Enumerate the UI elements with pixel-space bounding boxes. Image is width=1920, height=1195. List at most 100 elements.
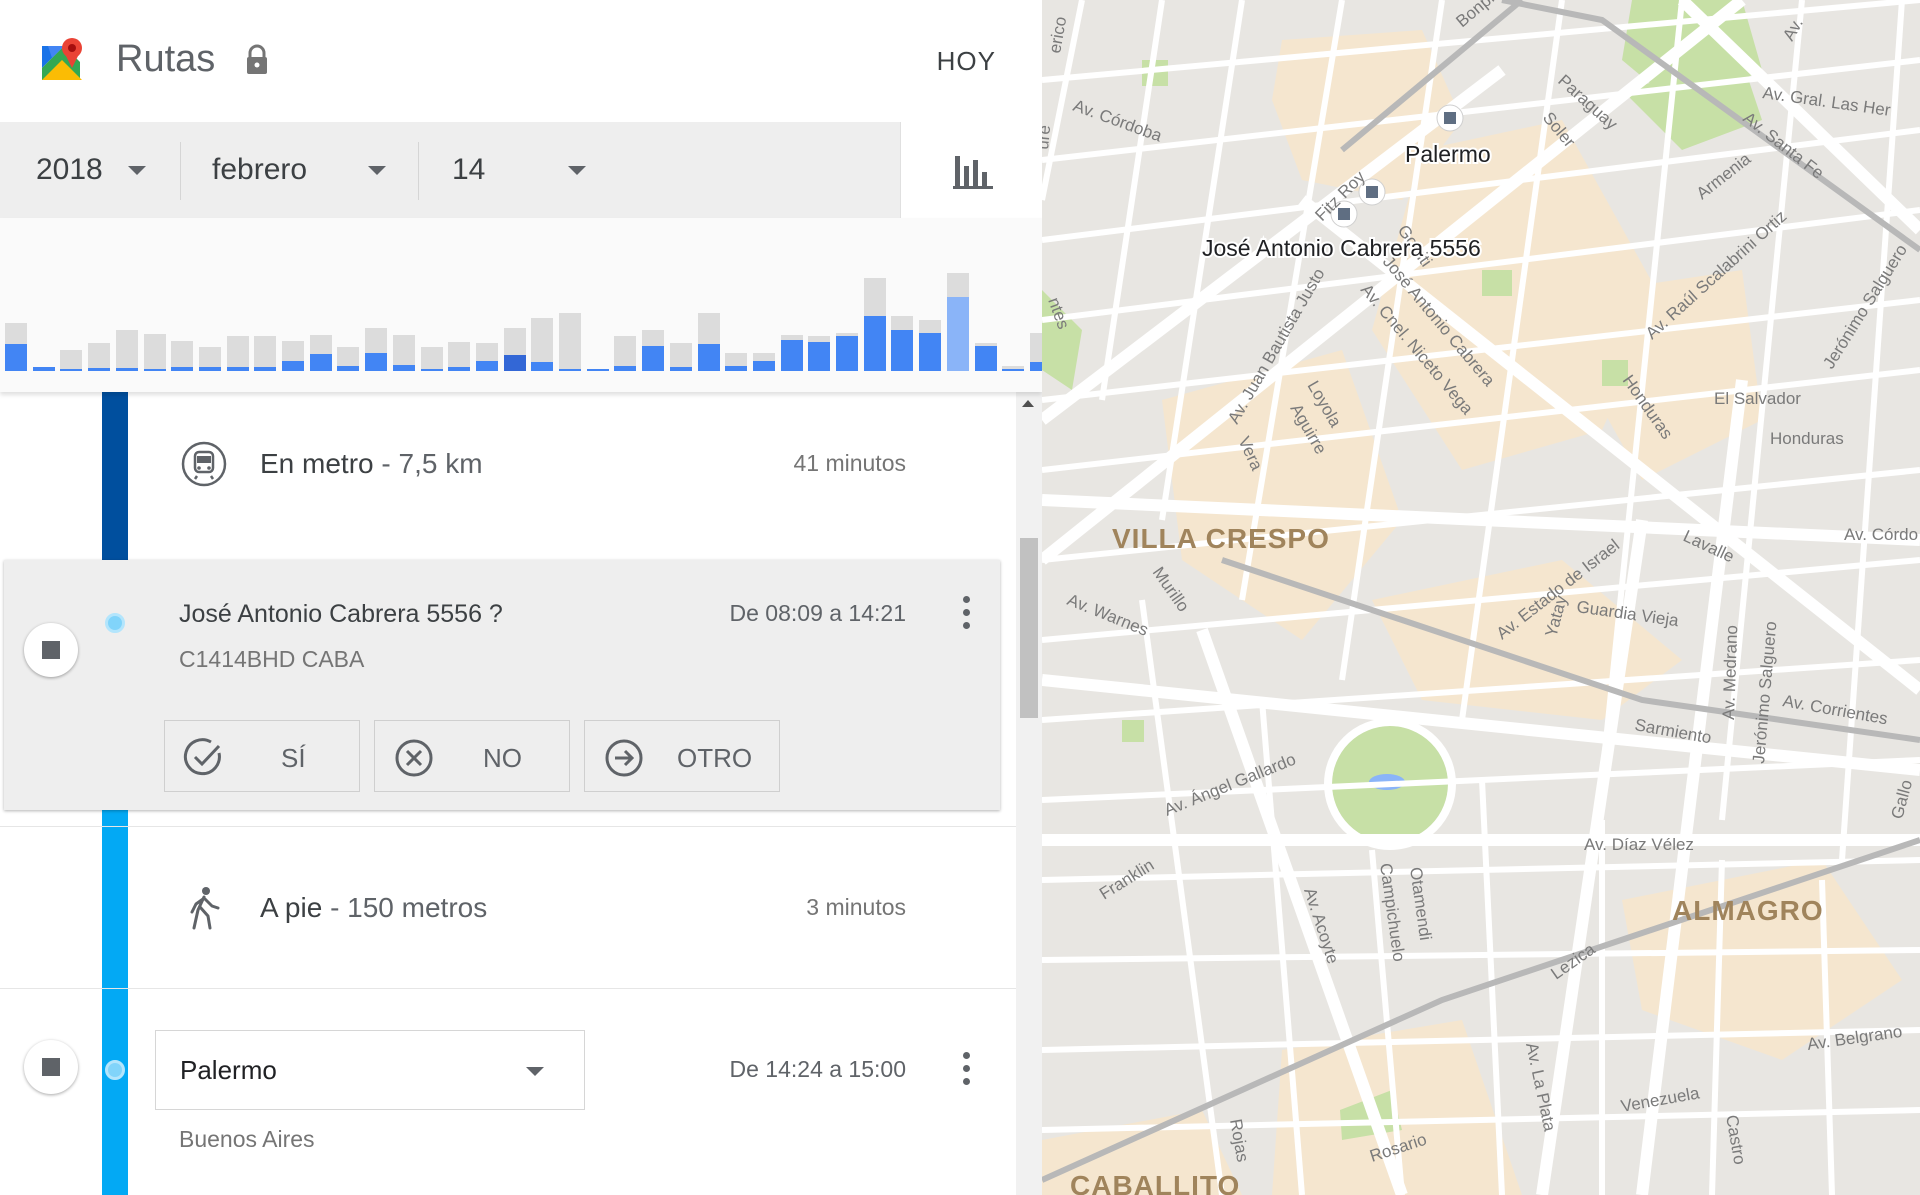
histogram-bar-active[interactable] — [780, 340, 803, 371]
histogram-bar-active[interactable] — [420, 369, 443, 371]
histogram-bar-active[interactable] — [946, 297, 969, 371]
confirm-no-button[interactable]: NO — [374, 720, 570, 792]
histogram-bar-active[interactable] — [919, 333, 942, 371]
histogram-bar-active[interactable] — [254, 367, 277, 371]
histogram-bar-active[interactable] — [32, 367, 55, 371]
histogram-bar-total[interactable] — [88, 343, 111, 371]
histogram-bar-active[interactable] — [614, 366, 637, 371]
histogram-bar-active[interactable] — [725, 366, 748, 371]
histogram-bar-active[interactable] — [448, 367, 471, 371]
segment-mode-label: En metro — [260, 448, 374, 479]
histogram-bar-active[interactable] — [226, 367, 249, 371]
histogram-bar-active[interactable] — [171, 367, 194, 371]
arrow-right-circle-icon — [605, 739, 643, 777]
map-label-av-medrano: Av. Medrano — [1719, 625, 1741, 720]
histogram-bar-total[interactable] — [254, 336, 277, 371]
histogram-bar-active[interactable] — [88, 368, 111, 371]
histogram-bar-active[interactable] — [1002, 369, 1025, 371]
place-title: José Antonio Cabrera 5556 ? — [179, 600, 503, 628]
divider — [0, 988, 1016, 989]
page-title: Rutas — [116, 38, 216, 80]
day-select[interactable]: 14 — [452, 122, 612, 218]
histogram-bar-total[interactable] — [420, 347, 443, 371]
histogram-bar-active[interactable] — [60, 369, 83, 371]
map-label-av-cordoba-2: Av. Córdo — [1844, 525, 1918, 544]
histogram-bar-active[interactable] — [365, 353, 388, 371]
map-label-palermo: Palermo — [1405, 141, 1491, 167]
visit-time: De 14:24 a 15:00 — [729, 1056, 906, 1082]
histogram-bar-active[interactable] — [669, 367, 692, 371]
confirm-other-label: OTRO — [677, 743, 753, 773]
confirm-other-button[interactable]: OTRO — [584, 720, 780, 792]
segment-walk-text: A pie - 150 metros — [260, 892, 487, 924]
more-options-icon[interactable] — [956, 1052, 976, 1092]
visit-card-confirm: José Antonio Cabrera 5556 ? C1414BHD CAB… — [4, 560, 1000, 810]
histogram-bar-total[interactable] — [559, 313, 581, 371]
histogram-bar-active[interactable] — [836, 336, 858, 371]
stats-button[interactable] — [900, 122, 1042, 218]
histogram-bar-active[interactable] — [974, 346, 997, 371]
timeline-node — [105, 613, 125, 633]
histogram-bar-active[interactable] — [752, 361, 775, 371]
histogram-bar-active[interactable] — [282, 361, 304, 371]
map-label-cabrera: José Antonio Cabrera 5556 — [1202, 235, 1481, 261]
histogram-bar-active[interactable] — [392, 365, 415, 371]
visit-time: De 08:09 a 14:21 — [729, 600, 906, 626]
scrollbar-thumb[interactable] — [1020, 538, 1038, 718]
histogram-bar-active[interactable] — [559, 369, 581, 371]
histogram-bar-active[interactable] — [475, 361, 498, 371]
histogram-bar-total[interactable] — [226, 336, 249, 371]
subway-icon — [181, 441, 227, 487]
timeline-list: En metro - 7,5 km 41 minutos José Antoni… — [0, 392, 1016, 1195]
confirm-yes-button[interactable]: SÍ — [164, 720, 360, 792]
histogram-bar-active[interactable] — [198, 367, 221, 371]
histogram-bar-active[interactable] — [642, 346, 665, 371]
divider — [418, 142, 419, 200]
histogram-bar-active[interactable] — [808, 342, 831, 371]
scroll-up-arrow-icon[interactable] — [1022, 400, 1034, 407]
histogram-bar-total[interactable] — [60, 350, 83, 371]
month-select[interactable]: febrero — [212, 122, 412, 218]
map-view[interactable]: Av. Córdoba Av. Córdo Av. Gral. Las Her … — [1042, 0, 1920, 1195]
chevron-down-icon — [128, 166, 146, 175]
histogram-bar-total[interactable] — [115, 330, 138, 371]
segment-transit-text: En metro - 7,5 km — [260, 448, 483, 480]
place-marker-icon — [24, 1040, 78, 1094]
histogram-bar-active[interactable] — [1029, 362, 1042, 371]
bar-chart-icon — [953, 156, 993, 189]
histogram-bar-active[interactable] — [143, 369, 166, 371]
timeline-node — [105, 1060, 125, 1080]
chevron-down-icon — [368, 166, 386, 175]
more-options-icon[interactable] — [956, 596, 976, 636]
histogram-bar-active[interactable] — [503, 355, 526, 371]
place-select-value: Palermo — [180, 1055, 277, 1085]
activity-histogram[interactable] — [0, 218, 1042, 392]
chevron-down-icon — [526, 1067, 544, 1076]
today-button[interactable]: HOY — [937, 46, 996, 77]
map-canvas[interactable]: Av. Córdoba Av. Córdo Av. Gral. Las Her … — [1042, 0, 1920, 1195]
histogram-bar-active[interactable] — [5, 344, 27, 371]
histogram-bar-active[interactable] — [337, 366, 360, 371]
histogram-bar-active[interactable] — [697, 344, 720, 371]
histogram-bar-active[interactable] — [309, 354, 332, 371]
place-select[interactable]: Palermo — [155, 1030, 585, 1110]
histogram-bar-active[interactable] — [586, 369, 609, 371]
histogram-bar-active[interactable] — [531, 362, 554, 371]
routes-panel: Rutas HOY 2018 febrero 14 En metro - 7,5… — [0, 0, 1042, 1195]
segment-duration: 3 minutos — [806, 894, 906, 920]
histogram-bar-active[interactable] — [891, 330, 914, 371]
month-value: febrero — [212, 153, 308, 186]
histogram-bar-total[interactable] — [143, 334, 166, 371]
timeline-scrollbar[interactable] — [1016, 392, 1042, 1195]
segment-mode-label: A pie — [260, 892, 323, 923]
day-value: 14 — [452, 153, 486, 186]
segment-duration: 41 minutos — [793, 450, 906, 476]
year-select[interactable]: 2018 — [36, 122, 176, 218]
app-header: Rutas HOY — [0, 0, 1042, 122]
segment-distance: - 150 metros — [330, 892, 488, 923]
date-selector-bar: 2018 febrero 14 — [0, 122, 900, 218]
histogram-bar-active[interactable] — [115, 368, 138, 371]
confirm-no-label: NO — [483, 743, 522, 773]
histogram-bar-active[interactable] — [863, 316, 886, 371]
palermo-marker-icon[interactable] — [1436, 104, 1464, 132]
